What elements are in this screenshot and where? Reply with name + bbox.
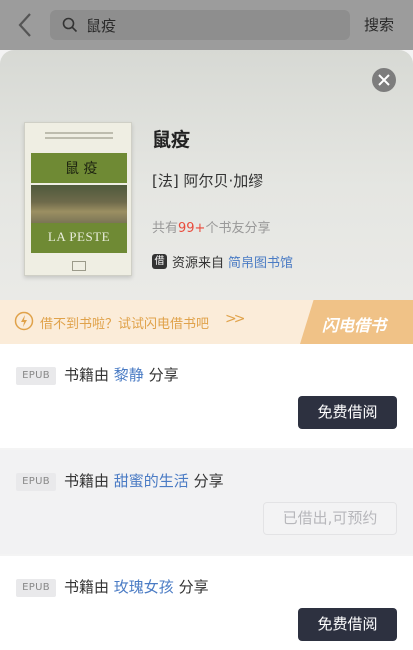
book-author: [法] 阿尔贝·加缪 <box>152 172 264 190</box>
sharer-line: 书籍由 玫瑰女孩 分享 <box>64 578 209 596</box>
book-cover[interactable]: 鼠 疫 LA PESTE <box>24 122 132 276</box>
search-query: 鼠疫 <box>86 17 117 35</box>
sharer-name: 甜蜜的生活 <box>113 472 189 490</box>
free-borrow-button[interactable]: 免费借阅 <box>298 396 397 429</box>
double-chevron-icon: >> <box>225 311 246 327</box>
promo-text: 借不到书啦？试试闪电借书吧 <box>40 317 210 332</box>
back-arrow-icon[interactable] <box>14 10 36 40</box>
sharer-name: 玫瑰女孩 <box>113 578 174 596</box>
cover-title: 鼠 疫 <box>65 161 98 177</box>
book-title: 鼠疫 <box>152 129 191 151</box>
close-button[interactable] <box>372 68 396 92</box>
search-input[interactable]: 鼠疫 <box>50 10 350 40</box>
book-detail-sheet: 鼠 疫 LA PESTE 鼠疫 [法] 阿尔贝·加缪 共有99+个书友分享 借 … <box>0 50 413 650</box>
list-item: EPUB 书籍由 甜蜜的生活 分享 已借出,可预约 <box>0 450 413 554</box>
search-button[interactable]: 搜索 <box>364 14 394 35</box>
flash-borrow-brand[interactable]: 闪电借书 <box>300 300 413 344</box>
top-search-bar: 鼠疫 搜索 <box>0 0 413 50</box>
cover-print-lines <box>31 129 127 145</box>
lightning-icon <box>14 311 34 331</box>
search-icon <box>62 17 78 33</box>
list-item: EPUB 书籍由 黎静 分享 免费借阅 <box>0 344 413 448</box>
book-header: 鼠 疫 LA PESTE 鼠疫 [法] 阿尔贝·加缪 共有99+个书友分享 借 … <box>0 50 413 300</box>
library-link[interactable]: 简帛图书馆 <box>228 252 293 271</box>
sharer-line: 书籍由 黎静 分享 <box>64 366 179 384</box>
reserve-button[interactable]: 已借出,可预约 <box>263 502 397 535</box>
format-badge: EPUB <box>16 367 56 385</box>
close-icon <box>378 74 390 86</box>
publisher-logo-icon <box>72 261 86 271</box>
share-count-number: 99+ <box>178 221 206 236</box>
format-badge: EPUB <box>16 473 56 491</box>
format-badge: EPUB <box>16 579 56 597</box>
source-label: 资源来自 <box>172 256 225 271</box>
resource-source: 借 资源来自 简帛图书馆 <box>152 252 293 271</box>
free-borrow-button[interactable]: 免费借阅 <box>298 608 397 641</box>
sharer-name: 黎静 <box>113 366 144 384</box>
brand-label: 闪电借书 <box>322 316 387 335</box>
share-count: 共有99+个书友分享 <box>152 221 271 236</box>
sharer-line: 书籍由 甜蜜的生活 分享 <box>64 472 224 490</box>
borrow-badge-icon: 借 <box>152 254 167 269</box>
cover-latin-title: LA PESTE <box>47 229 111 244</box>
list-item: EPUB 书籍由 玫瑰女孩 分享 免费借阅 <box>0 556 413 650</box>
